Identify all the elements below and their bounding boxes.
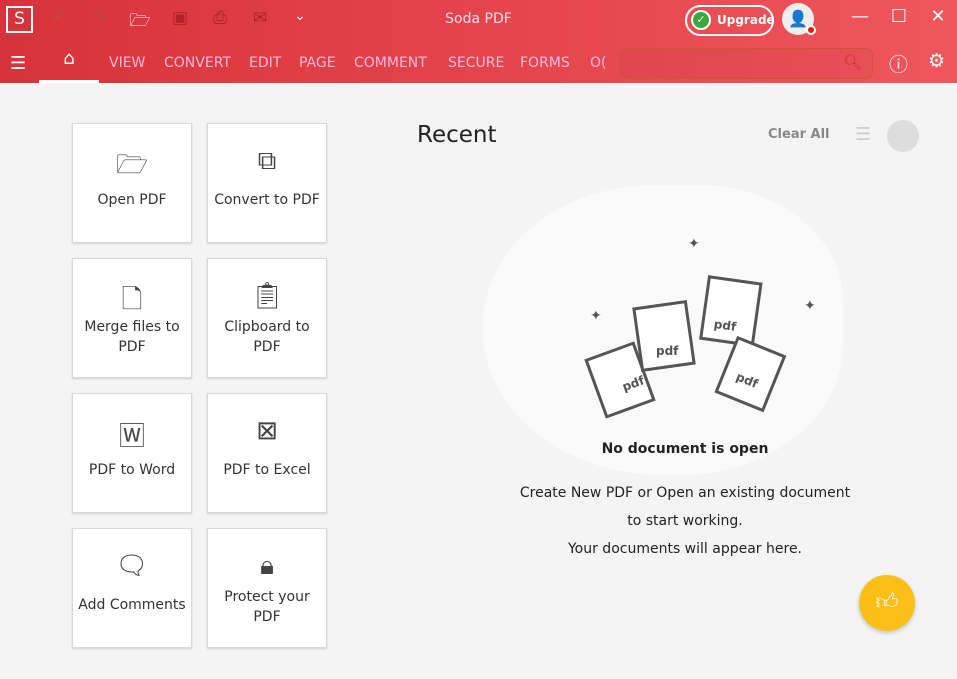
tile-pdf-to-excel[interactable]: ⊠ PDF to Excel [207,393,327,513]
title-bar: S ↶ ↷ 🗁 ▣ ⎙ ✉ ⌄ Soda PDF ✓ Upgrade 👤 — ☐ … [0,0,957,83]
search-icon[interactable]: 🔍︎ [843,53,862,71]
settings-gear-icon[interactable]: ⚙ [928,50,945,72]
list-view-icon[interactable]: ☰ [855,124,871,145]
empty-state-line: to start working. [627,513,743,529]
tile-clipboard-to-pdf[interactable]: 📋︎ Clipboard to PDF [207,258,327,378]
hamburger-menu-icon[interactable]: ☰ [10,53,26,74]
close-button[interactable]: ✕ [923,6,953,27]
tab-view[interactable]: VIEW [109,55,145,71]
svg-text:✦: ✦ [688,236,700,252]
thumbs-up-icon: 👍︎ [875,590,899,615]
tile-convert-to-pdf[interactable]: ⧉ Convert to PDF [207,123,327,243]
word-icon: 🅆 [118,422,145,452]
tile-protect-pdf[interactable]: 🔒︎ Protect your PDF [207,528,327,648]
tab-home[interactable]: ⌂ [39,48,99,83]
home-icon: ⌂ [63,48,75,69]
maximize-button[interactable]: ☐ [884,6,914,27]
feedback-thumbs-up-button[interactable]: 👍︎ [859,575,915,631]
tab-forms[interactable]: FORMS [520,55,570,71]
clear-all-button[interactable]: Clear All [768,127,830,142]
tile-label: Open PDF [97,192,167,208]
tab-secure[interactable]: SECURE [448,55,504,71]
search-input[interactable]: 🔍︎ [619,48,873,79]
user-avatar[interactable]: 👤 [782,3,816,35]
excel-icon: ⊠ [256,416,278,446]
tab-page[interactable]: PAGE [299,55,336,71]
tile-open-pdf[interactable]: 🗁 Open PDF [72,123,192,243]
minimize-button[interactable]: — [845,6,875,27]
recent-title: Recent [417,122,497,148]
lock-icon: 🔒︎ [260,551,274,581]
pdf-label: pdf [656,344,679,358]
help-icon[interactable]: ⓘ [889,50,908,77]
tile-label: PDF to Word [88,462,176,478]
svg-text:✦: ✦ [804,298,816,314]
folder-open-icon: 🗁 [115,150,149,180]
notification-dot [806,25,816,35]
tile-pdf-to-word[interactable]: 🅆 PDF to Word [72,393,192,513]
tile-merge-files[interactable]: 🗋 Merge files to PDF [72,258,192,378]
tab-comment[interactable]: COMMENT [354,55,427,71]
pdf-documents-illustration: pdf pdf pdf pdf ✦✦✦ [584,236,816,419]
check-icon: ✓ [691,10,711,30]
tile-label: Merge files to PDF [84,319,180,355]
convert-icon: ⧉ [257,146,277,176]
tile-add-comments[interactable]: 🗨 Add Comments [72,528,192,648]
tile-label: Add Comments [78,597,186,613]
tile-label: PDF to Excel [223,462,311,478]
tile-label: Convert to PDF [214,192,320,208]
tile-label: Clipboard to PDF [224,319,310,355]
empty-state-title: No document is open [601,441,769,457]
grid-view-button[interactable] [887,120,919,152]
empty-state-line: Create New PDF or Open an existing docum… [519,485,851,501]
tab-overflow[interactable]: O( [590,55,606,71]
svg-text:✦: ✦ [590,308,602,324]
upgrade-label: Upgrade [717,13,775,27]
tile-label: Protect your PDF [224,589,310,625]
tab-convert[interactable]: CONVERT [164,55,231,71]
upgrade-button[interactable]: ✓ Upgrade [685,5,775,36]
merge-icon: 🗋 [121,285,143,315]
empty-state-line: Your documents will appear here. [567,541,803,557]
clipboard-icon: 📋︎ [250,281,284,311]
tab-edit[interactable]: EDIT [249,55,281,71]
comment-icon: 🗨 [115,551,149,581]
